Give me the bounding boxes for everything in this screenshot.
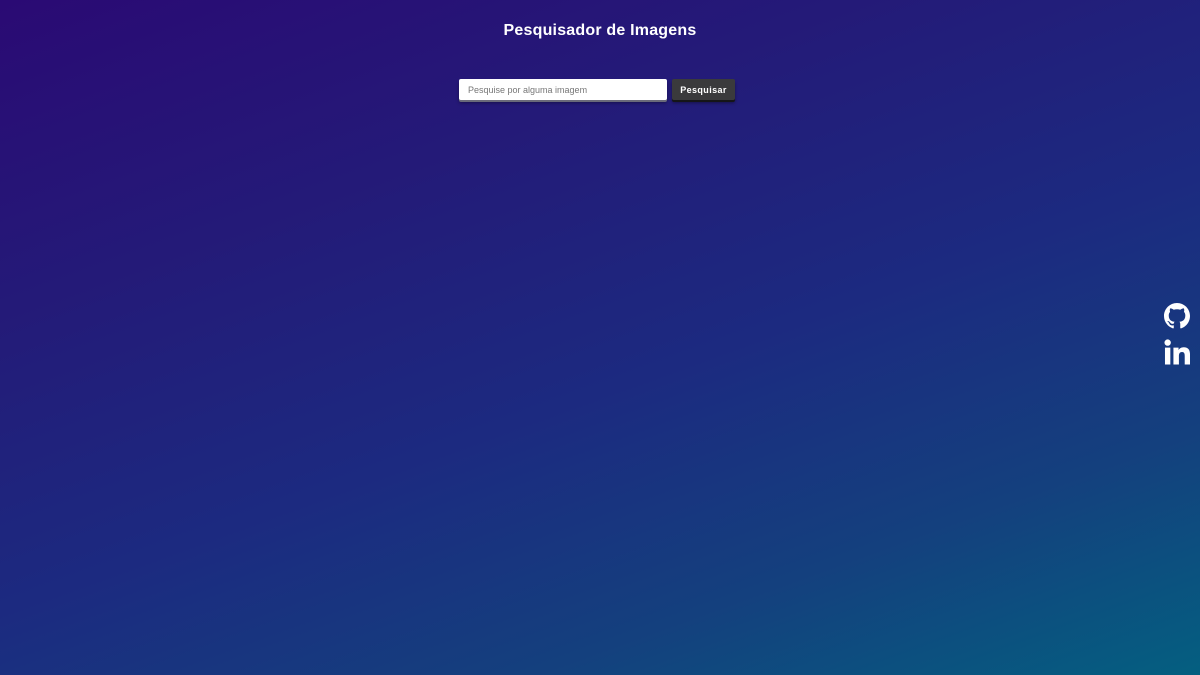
github-link[interactable] xyxy=(1164,303,1190,329)
page-title: Pesquisador de Imagens xyxy=(503,22,697,39)
search-button[interactable]: Pesquisar xyxy=(672,79,735,100)
social-links xyxy=(1164,303,1190,375)
linkedin-icon xyxy=(1164,339,1190,365)
github-icon xyxy=(1164,303,1190,329)
search-input[interactable] xyxy=(459,79,667,100)
search-bar: Pesquisar xyxy=(459,79,735,100)
linkedin-link[interactable] xyxy=(1164,339,1190,365)
